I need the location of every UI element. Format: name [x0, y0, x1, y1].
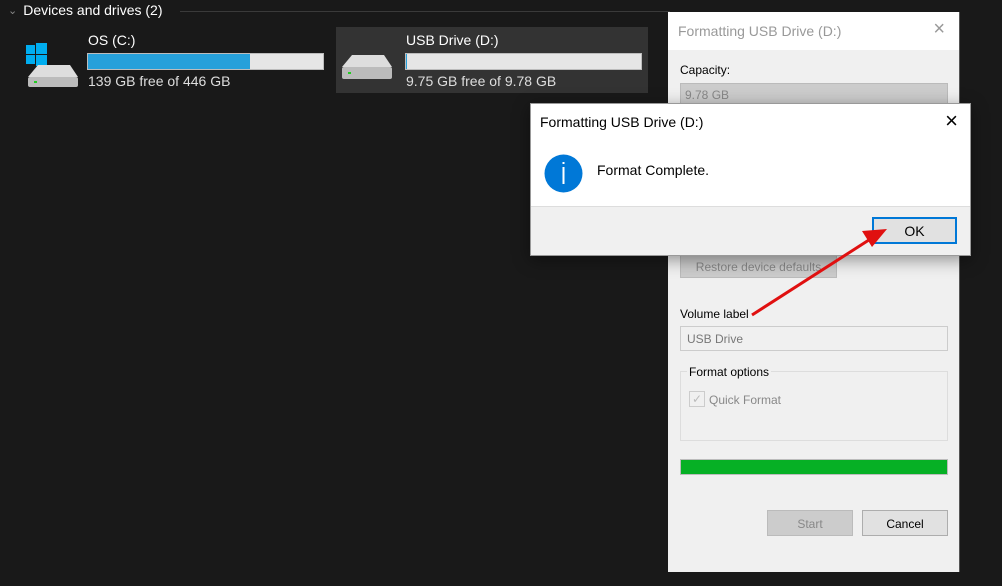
usb-drive-icon: [342, 55, 392, 79]
drive-c[interactable]: OS (C:) 139 GB free of 446 GB: [22, 27, 334, 93]
drive-free: 139 GB free of 446 GB: [88, 73, 231, 89]
drive-usage-bar: [87, 53, 324, 70]
close-icon[interactable]: ×: [945, 108, 958, 134]
drive-name: OS (C:): [88, 32, 136, 48]
message-box-title: Formatting USB Drive (D:): [540, 114, 704, 130]
close-icon[interactable]: ×: [933, 18, 945, 41]
cancel-button[interactable]: Cancel: [862, 510, 948, 536]
capacity-label: Capacity:: [680, 63, 731, 77]
drive-free: 9.75 GB free of 9.78 GB: [406, 73, 557, 89]
start-button[interactable]: Start: [767, 510, 853, 536]
quick-format-label: Quick Format: [709, 393, 782, 407]
drive-d[interactable]: USB Drive (D:) 9.75 GB free of 9.78 GB: [336, 27, 648, 93]
message-text: Format Complete.: [597, 162, 710, 178]
format-progress-bar: [680, 459, 948, 475]
capacity-select[interactable]: 9.78 GB: [680, 83, 948, 105]
volume-label-input[interactable]: USB Drive: [680, 326, 948, 351]
ok-button[interactable]: OK: [872, 217, 957, 244]
format-options-label: Format options: [687, 365, 772, 379]
section-header[interactable]: ⌄ Devices and drives (2): [8, 2, 163, 18]
restore-defaults-button[interactable]: Restore device defaults: [680, 254, 837, 278]
windows-drive-icon: [26, 43, 78, 87]
drive-usage-bar: [405, 53, 642, 70]
divider: [180, 11, 670, 12]
info-icon: [544, 154, 583, 193]
usage-fill: [88, 54, 250, 69]
volume-label: Volume label: [680, 307, 749, 321]
drive-name: USB Drive (D:): [406, 32, 499, 48]
progress-fill: [681, 460, 947, 474]
usage-fill: [406, 54, 407, 69]
message-box: Formatting USB Drive (D:) × Format Compl…: [530, 103, 971, 256]
format-dialog: Formatting USB Drive (D:) × Capacity: 9.…: [668, 12, 960, 572]
chevron-down-icon: ⌄: [8, 4, 18, 17]
dialog-title-bar: Formatting USB Drive (D:) ×: [668, 12, 959, 50]
quick-format-checkbox[interactable]: ✓: [689, 391, 705, 407]
